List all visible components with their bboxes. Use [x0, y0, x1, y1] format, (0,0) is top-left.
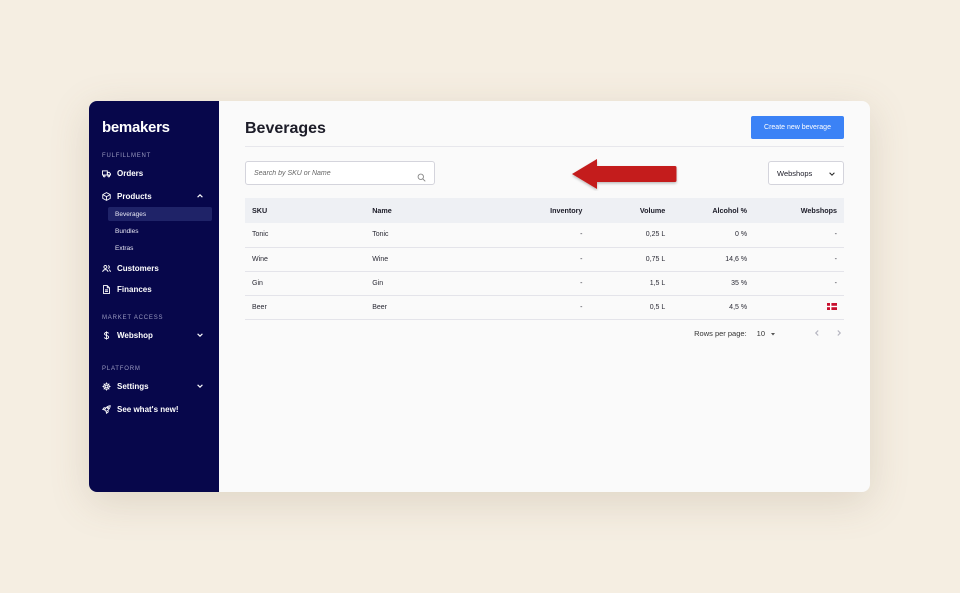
table-header-row: SKU Name Inventory Volume Alcohol % Webs… [245, 198, 844, 223]
cell-name: Tonic [372, 231, 389, 239]
column-header-volume[interactable]: Volume [589, 198, 672, 223]
cell-alcohol: 0 % [735, 231, 748, 239]
search-box[interactable] [245, 161, 435, 185]
next-page-button[interactable] [834, 328, 844, 338]
sidebar-subitem-beverages[interactable]: Beverages [108, 207, 212, 221]
table-row[interactable]: Wine Wine - 0,75 L 14,6 % - [245, 247, 844, 271]
rows-per-page-select[interactable]: 10 [757, 329, 776, 338]
column-header-webshops[interactable]: Webshops [754, 198, 844, 223]
cell-inventory: - [580, 279, 583, 287]
sidebar-item-customers[interactable]: Customers [96, 258, 212, 278]
column-header-alcohol[interactable]: Alcohol % [672, 198, 754, 223]
previous-page-button[interactable] [812, 328, 822, 338]
dollar-icon [102, 330, 111, 340]
search-input[interactable] [254, 169, 417, 177]
cell-alcohol: 4,5 % [729, 303, 748, 311]
cell-webshops: - [834, 231, 837, 239]
rocket-icon [102, 404, 111, 414]
sidebar-item-products[interactable]: Products [96, 186, 212, 206]
sidebar-item-label: See what's new! [117, 404, 179, 414]
box-icon [102, 191, 111, 201]
table-row[interactable]: Tonic Tonic - 0,25 L 0 % - [245, 223, 844, 247]
sidebar-item-finances[interactable]: Finances [96, 279, 212, 299]
chevron-down-icon [828, 170, 836, 178]
sidebar-item-label: Settings [117, 381, 149, 391]
sidebar-item-webshop[interactable]: Webshop [96, 325, 212, 345]
webshops-filter-label: Webshops [777, 168, 813, 178]
table-row[interactable]: Beer Beer - 0,5 L 4,5 % [245, 295, 844, 319]
cell-volume: 0,25 L [645, 231, 666, 239]
chevron-up-icon [196, 192, 204, 200]
cell-webshops [754, 295, 844, 319]
annotation-arrow [572, 159, 677, 189]
sidebar-subitem-extras[interactable]: Extras [108, 241, 212, 255]
sidebar-item-settings[interactable]: Settings [96, 376, 212, 396]
gear-icon [102, 382, 111, 391]
app-window: bemakers FULFILLMENT Orders Products Bev… [89, 101, 870, 492]
column-header-sku[interactable]: SKU [245, 198, 365, 223]
divider [245, 146, 844, 147]
sidebar-item-orders[interactable]: Orders [96, 163, 212, 183]
search-icon[interactable] [417, 169, 426, 182]
beverages-table: SKU Name Inventory Volume Alcohol % Webs… [245, 198, 844, 320]
chevron-down-icon [196, 382, 204, 390]
main-content: Beverages Create new beverage Webshops [219, 101, 870, 492]
cell-sku: Wine [252, 255, 268, 263]
truck-icon [102, 169, 111, 178]
cell-webshops: - [834, 279, 837, 287]
sidebar-item-label: Products [117, 191, 152, 201]
cell-name: Gin [372, 279, 384, 287]
cell-sku: Beer [252, 303, 267, 311]
cell-inventory: - [580, 231, 583, 239]
sidebar-item-label: Customers [117, 263, 159, 273]
rows-per-page-label: Rows per page: [694, 328, 747, 338]
caret-down-icon [770, 330, 776, 336]
cell-alcohol: 35 % [731, 279, 748, 287]
rows-per-page-value: 10 [756, 328, 765, 338]
column-header-inventory[interactable]: Inventory [476, 198, 589, 223]
column-header-name[interactable]: Name [365, 198, 476, 223]
users-icon [102, 264, 111, 273]
create-beverage-button[interactable]: Create new beverage [751, 116, 844, 139]
cell-inventory: - [580, 255, 583, 263]
webshops-filter-select[interactable]: Webshops [768, 161, 844, 185]
cell-volume: 0,5 L [649, 303, 666, 311]
sidebar-item-whats-new[interactable]: See what's new! [96, 399, 212, 419]
page-title: Beverages [245, 120, 326, 137]
cell-inventory: - [580, 303, 583, 311]
cell-sku: Tonic [252, 231, 269, 239]
app-logo[interactable]: bemakers [102, 119, 212, 139]
chevron-down-icon [196, 331, 204, 339]
sidebar: bemakers FULFILLMENT Orders Products Bev… [89, 101, 219, 492]
sidebar-item-label: Orders [117, 168, 144, 178]
cell-name: Wine [372, 255, 389, 263]
sidebar-subitem-bundles[interactable]: Bundles [108, 224, 212, 238]
table-row[interactable]: Gin Gin - 1,5 L 35 % - [245, 271, 844, 295]
cell-sku: Gin [252, 279, 263, 287]
document-icon [102, 284, 111, 294]
cell-alcohol: 14,6 % [725, 255, 748, 263]
sidebar-item-label: Finances [117, 284, 152, 294]
cell-volume: 1,5 L [649, 279, 666, 287]
sidebar-item-label: Webshop [117, 330, 153, 340]
cell-volume: 0,75 L [645, 255, 666, 263]
cell-webshops: - [834, 255, 837, 263]
pagination: Rows per page: 10 [694, 328, 844, 338]
denmark-flag-icon [827, 303, 837, 311]
cell-name: Beer [372, 303, 387, 311]
